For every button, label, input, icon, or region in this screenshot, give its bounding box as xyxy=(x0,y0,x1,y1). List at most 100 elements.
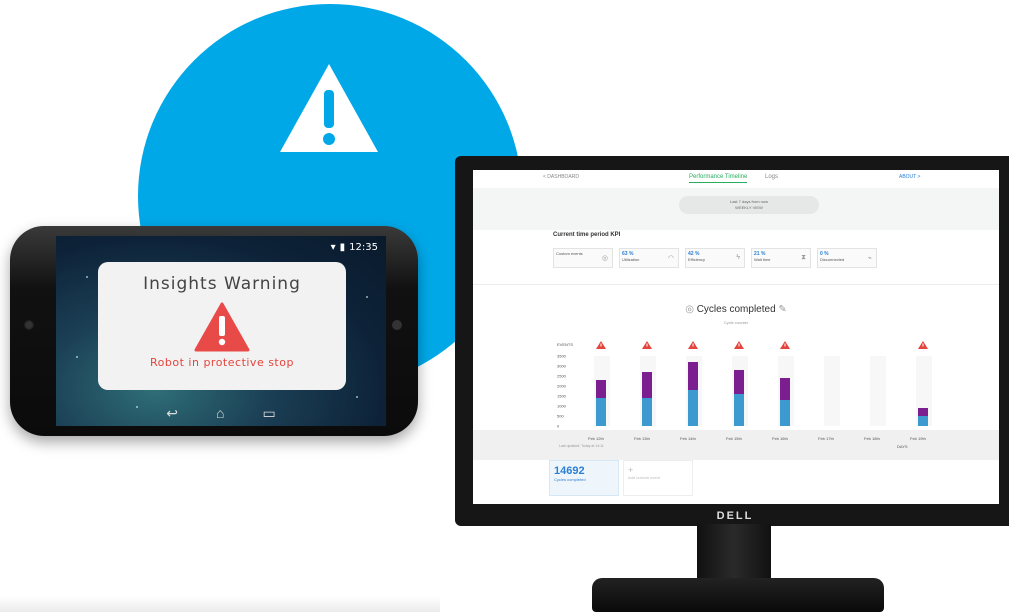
tab-performance-timeline[interactable]: Performance Timeline xyxy=(689,174,748,183)
bar-segment[interactable] xyxy=(642,398,652,426)
warning-icon-mark xyxy=(738,343,740,347)
y-tick-label: 0 xyxy=(557,424,560,429)
y-tick-label: 500 xyxy=(557,414,564,419)
chart-title-text: Cycles completed xyxy=(696,304,776,315)
kpi-title: Current time period KPI xyxy=(553,232,621,238)
kpi-efficiency[interactable]: 42 % Efficiency ϟ xyxy=(685,248,745,268)
tab-logs[interactable]: Logs xyxy=(765,174,778,180)
range-view: WEEKLY VIEW xyxy=(735,205,763,210)
fingerprint-icon: ◎ xyxy=(601,255,608,262)
android-nav-bar: ↩ ⌂ ▭ xyxy=(56,405,386,422)
divider xyxy=(473,284,999,285)
back-icon[interactable]: ↩ xyxy=(166,405,178,422)
unplug-icon: ⌁ xyxy=(867,255,872,262)
plus-icon: + xyxy=(628,465,634,475)
bar-segment[interactable] xyxy=(918,416,928,426)
y-tick-label: 3500 xyxy=(557,354,567,359)
bar-segment[interactable] xyxy=(918,408,928,416)
hourglass-icon: ⧗ xyxy=(801,254,806,261)
last-updated: Last updated: Today at 14:11 xyxy=(559,444,604,448)
kpi-label: Disconnected xyxy=(820,257,845,262)
warning-icon-mark xyxy=(692,343,694,347)
x-tick-label: Feb 17th xyxy=(818,436,834,441)
x-tick-label: Feb 14th xyxy=(680,436,696,441)
y-tick-label: 3000 xyxy=(557,364,567,369)
bar-segment[interactable] xyxy=(780,400,790,426)
x-tick-label: Feb 18th xyxy=(864,436,880,441)
monitor-base xyxy=(592,578,884,612)
recents-icon[interactable]: ▭ xyxy=(262,405,275,422)
range-label: Last 7 days from now xyxy=(729,199,769,204)
x-tick-label: Feb 13th xyxy=(634,436,650,441)
warning-icon xyxy=(194,302,250,352)
bar-segment[interactable] xyxy=(780,378,790,400)
kpi-label: Efficiency xyxy=(688,257,706,262)
monitor-brand: DELL xyxy=(716,510,754,522)
kpi-wait-time[interactable]: 21 % Wait time ⧗ xyxy=(751,248,811,268)
fingerprint-icon: ◎ xyxy=(685,304,697,315)
notification-message: Robot in protective stop xyxy=(150,356,294,369)
home-icon[interactable]: ⌂ xyxy=(216,405,224,422)
monitor-neck xyxy=(697,524,771,586)
y-tick-label: 2000 xyxy=(557,384,567,389)
date-range-selector[interactable]: Last 7 days from now WEEKLY VIEW xyxy=(679,196,819,214)
kpi-row: Custom events ◎ 63 % Utilization ◠ 42 % Effi… xyxy=(553,248,877,268)
dashboard-back-link[interactable]: < DASHBOARD xyxy=(543,174,579,180)
x-tick-label: Feb 15th xyxy=(726,436,742,441)
status-time: 12:35 xyxy=(349,242,378,253)
x-axis-label: DAYS xyxy=(897,444,908,449)
warning-icon-mark xyxy=(646,343,648,347)
warning-icon xyxy=(280,64,378,152)
warning-icon-mark xyxy=(600,343,602,347)
bar-segment[interactable] xyxy=(642,372,652,398)
phone-speaker xyxy=(392,320,402,330)
y-axis-label: EVENTS xyxy=(557,342,573,347)
edit-icon[interactable]: ✎ xyxy=(776,304,786,315)
kpi-utilization[interactable]: 63 % Utilization ◠ xyxy=(619,248,679,268)
add-custom-event-card[interactable]: + Add custom event xyxy=(623,460,693,496)
total-cycles-label: Cycles completed xyxy=(554,477,586,482)
phone-screen: ▾ ▮ 12:35 Insights Warning Robot in prot… xyxy=(56,236,386,426)
add-custom-event-label: Add custom event xyxy=(628,475,661,480)
warning-icon-mark xyxy=(784,343,786,347)
kpi-custom-events[interactable]: Custom events ◎ xyxy=(553,248,613,268)
bar-column-bg xyxy=(870,356,886,426)
y-tick-label: 1500 xyxy=(557,394,567,399)
bar-segment[interactable] xyxy=(734,370,744,394)
phone-device: ▾ ▮ 12:35 Insights Warning Robot in prot… xyxy=(10,226,418,436)
bar-segment[interactable] xyxy=(596,380,606,398)
kpi-label: Utilization xyxy=(622,257,640,262)
floor-shadow xyxy=(0,596,440,612)
y-tick-label: 1000 xyxy=(557,404,567,409)
x-tick-label: Feb 12th xyxy=(588,436,604,441)
total-cycles-card[interactable]: 14692 Cycles completed xyxy=(549,460,619,496)
gauge-icon: ◠ xyxy=(667,255,674,262)
dashboard-screen: < DASHBOARD Performance Timeline Logs AB… xyxy=(473,170,999,504)
notification-card[interactable]: Insights Warning Robot in protective sto… xyxy=(98,262,346,390)
bar-column-bg xyxy=(824,356,840,426)
kpi-label: Wait time xyxy=(754,257,771,262)
phone-camera xyxy=(24,320,34,330)
bar-segment[interactable] xyxy=(688,390,698,426)
bolt-icon: ϟ xyxy=(736,254,740,261)
warning-icon-mark xyxy=(922,343,924,347)
chart-subtitle: Cycle counter xyxy=(723,320,749,325)
top-navigation: < DASHBOARD Performance Timeline Logs AB… xyxy=(473,170,999,186)
chart-title: ◎ Cycles completed ✎ xyxy=(473,304,999,315)
kpi-label: Custom events xyxy=(556,251,583,256)
total-cycles-value: 14692 xyxy=(554,465,585,477)
cycles-chart: EVENTS 0 500 1000 1500 2000 2500 3000 3500 xyxy=(557,341,932,429)
about-link[interactable]: ABOUT > xyxy=(899,174,920,180)
notification-title: Insights Warning xyxy=(143,274,301,294)
bar-segment[interactable] xyxy=(596,398,606,426)
bar-segment[interactable] xyxy=(734,394,744,426)
x-tick-label: Feb 19th xyxy=(910,436,926,441)
x-tick-label: Feb 16th xyxy=(772,436,788,441)
wifi-icon: ▾ xyxy=(330,242,336,253)
x-axis-band xyxy=(473,430,999,460)
bar-segment[interactable] xyxy=(688,362,698,390)
battery-icon: ▮ xyxy=(339,242,346,253)
kpi-disconnected[interactable]: 0 % Disconnected ⌁ xyxy=(817,248,877,268)
monitor: < DASHBOARD Performance Timeline Logs AB… xyxy=(455,156,1009,526)
y-tick-label: 2500 xyxy=(557,374,567,379)
